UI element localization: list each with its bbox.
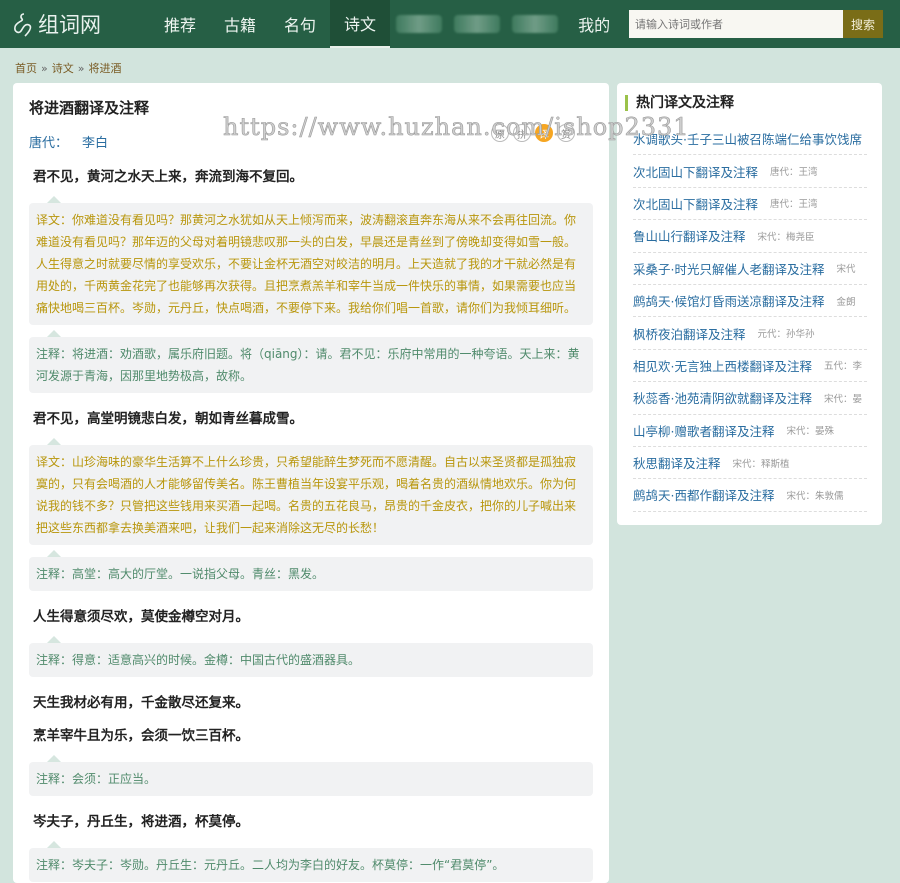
original-button[interactable]: 原	[491, 124, 509, 142]
item-author: 唐代：王湾	[770, 199, 818, 211]
list-item[interactable]: 鲁山山行翻译及注释 宋代：梅尧臣	[633, 220, 867, 253]
item-title[interactable]: 鹧鸪天·西都作翻译及注释	[633, 485, 774, 504]
list-item[interactable]: 采桑子·时光只解催人老翻译及注释 宋代	[633, 253, 867, 285]
verse-line: 烹羊宰牛且为乐，会须一饮三百杯。	[33, 728, 249, 744]
item-author: 宋代：梅尧臣	[757, 231, 815, 243]
item-title[interactable]: 鲁山山行翻译及注释	[633, 226, 746, 245]
item-title[interactable]: 水调歌头·壬子三山被召陈端仁给事饮饯席	[633, 129, 862, 148]
item-title[interactable]: 秋蕊香·池苑清阴欲就翻译及注释	[633, 388, 812, 407]
dynasty[interactable]: 唐代：	[29, 132, 68, 151]
list-item[interactable]: 山亭柳·赠歌者翻译及注释 宋代：晏殊	[633, 415, 867, 447]
verse-line: 天生我材必有用，千金散尽还复来。	[33, 695, 249, 711]
article-card: 将进酒翻译及注释 唐代： 李白 原 拼 译 赏 https://www.huzh…	[13, 83, 689, 883]
nav-ancient-books[interactable]: 古籍	[210, 0, 270, 48]
breadcrumb-current[interactable]: 将进酒	[88, 62, 121, 75]
item-title[interactable]: 山亭柳·赠歌者翻译及注释	[633, 421, 774, 440]
item-author: 金朗	[836, 296, 856, 308]
note-box: 注释：高堂：高大的厅堂。一说指父母。青丝：黑发。	[29, 550, 593, 591]
item-author: 唐代：王湾	[770, 167, 818, 179]
sidebar-title: 热门译文及注释	[625, 95, 867, 111]
list-item[interactable]: 水调歌头·壬子三山被召陈端仁给事饮饯席	[633, 123, 867, 156]
translation-box: 译文：山珍海味的豪华生活算不上什么珍贵，只希望能醉生梦死而不愿清醒。自古以来圣贤…	[29, 438, 593, 545]
search-input[interactable]	[629, 10, 843, 38]
hot-translations-panel: 热门译文及注释 水调歌头·壬子三山被召陈端仁给事饮饯席 次北固山下翻译及注释 唐代：…	[617, 83, 882, 525]
search-button[interactable]: 搜索	[843, 10, 883, 38]
item-title[interactable]: 枫桥夜泊翻译及注释	[633, 324, 746, 343]
top-header: 组词网 推荐 古籍 名句 诗文 我的 搜索	[0, 0, 900, 48]
item-author: 宋代：晏殊	[786, 426, 834, 438]
verse-line: 岑夫子，丹丘生，将进酒，杯莫停。	[33, 814, 249, 830]
site-logo[interactable]: 组词网	[12, 9, 150, 39]
author-name[interactable]: 李白	[82, 132, 108, 151]
nav-mine[interactable]: 我的	[564, 0, 624, 48]
breadcrumb: 首页» 诗文» 将进酒	[15, 62, 122, 75]
breadcrumb-poems[interactable]: 诗文	[52, 62, 74, 75]
note-box: 注释：岑夫子：岑勋。丹丘生：元丹丘。二人均为李白的好友。杯莫停：一作“君莫停”。	[29, 841, 593, 882]
list-item[interactable]: 鹧鸪天·候馆灯昏雨送凉翻译及注释 金朗	[633, 285, 867, 318]
list-item[interactable]: 次北固山下翻译及注释 唐代：王湾	[633, 155, 867, 188]
logo-text: 组词网	[38, 13, 101, 37]
item-title[interactable]: 鹧鸪天·候馆灯昏雨送凉翻译及注释	[633, 291, 824, 310]
item-author: 元代：孙华孙	[757, 329, 815, 341]
hot-list: 水调歌头·壬子三山被召陈端仁给事饮饯席 次北固山下翻译及注释 唐代：王湾 次北固山下翻…	[625, 123, 867, 512]
nav-blurred-item[interactable]	[396, 15, 443, 33]
verse-line: 君不见，黄河之水天上来，奔流到海不复回。	[33, 169, 303, 185]
list-item[interactable]: 秋思翻译及注释 宋代：释斯植	[633, 447, 867, 480]
nav-blurred-item[interactable]	[512, 15, 559, 33]
nav-poems[interactable]: 诗文	[330, 0, 391, 48]
item-author: 五代：李	[823, 361, 862, 373]
appreciation-button[interactable]: 赏	[557, 124, 575, 142]
main-nav: 推荐 古籍 名句 诗文 我的	[150, 0, 624, 48]
nav-blurred-item[interactable]	[454, 15, 501, 33]
nav-quotes[interactable]: 名句	[270, 0, 330, 48]
breadcrumb-home[interactable]: 首页	[15, 62, 37, 75]
item-title[interactable]: 次北固山下翻译及注释	[633, 194, 758, 213]
item-author: 宋代	[836, 264, 856, 276]
item-title[interactable]: 次北固山下翻译及注释	[633, 162, 758, 181]
item-title[interactable]: 采桑子·时光只解催人老翻译及注释	[633, 259, 824, 278]
item-author: 宋代：晏	[823, 393, 862, 405]
list-item[interactable]: 相见欢·无言独上西楼翻译及注释 五代：李	[633, 350, 867, 383]
nav-recommend[interactable]: 推荐	[150, 0, 210, 48]
translation-box: 译文：你难道没有看见吗？那黄河之水犹如从天上倾泻而来，波涛翻滚直奔东海从来不会再…	[29, 196, 593, 325]
logo-icon	[14, 13, 32, 37]
note-box: 注释：得意：适意高兴的时候。金樽：中国古代的盛酒器具。	[29, 636, 593, 677]
item-author: 宋代：释斯植	[732, 458, 790, 470]
view-tools: 原 拼 译 赏	[491, 124, 575, 142]
item-author: 宋代：朱敦儒	[786, 490, 844, 502]
note-box: 注释：会须：正应当。	[29, 755, 593, 796]
translation-button[interactable]: 译	[535, 124, 553, 142]
list-item[interactable]: 次北固山下翻译及注释 唐代：王湾	[633, 188, 867, 221]
page-title: 将进酒翻译及注释	[29, 99, 150, 117]
list-item[interactable]: 枫桥夜泊翻译及注释 元代：孙华孙	[633, 317, 867, 350]
item-title[interactable]: 秋思翻译及注释	[633, 453, 721, 472]
search-form: 搜索	[629, 10, 883, 38]
list-item[interactable]: 鹧鸪天·西都作翻译及注释 宋代：朱敦儒	[633, 479, 867, 512]
verse-line: 君不见，高堂明镜悲白发，朝如青丝暮成雪。	[33, 411, 303, 427]
verse-line: 人生得意须尽欢，莫使金樽空对月。	[33, 609, 249, 625]
list-item[interactable]: 秋蕊香·池苑清阴欲就翻译及注释 宋代：晏	[633, 382, 867, 415]
note-box: 注释：将进酒：劝酒歌，属乐府旧题。将（qiāng）：请。君不见：乐府中常用的一种…	[29, 330, 593, 393]
pinyin-button[interactable]: 拼	[513, 124, 531, 142]
item-title[interactable]: 相见欢·无言独上西楼翻译及注释	[633, 356, 812, 375]
